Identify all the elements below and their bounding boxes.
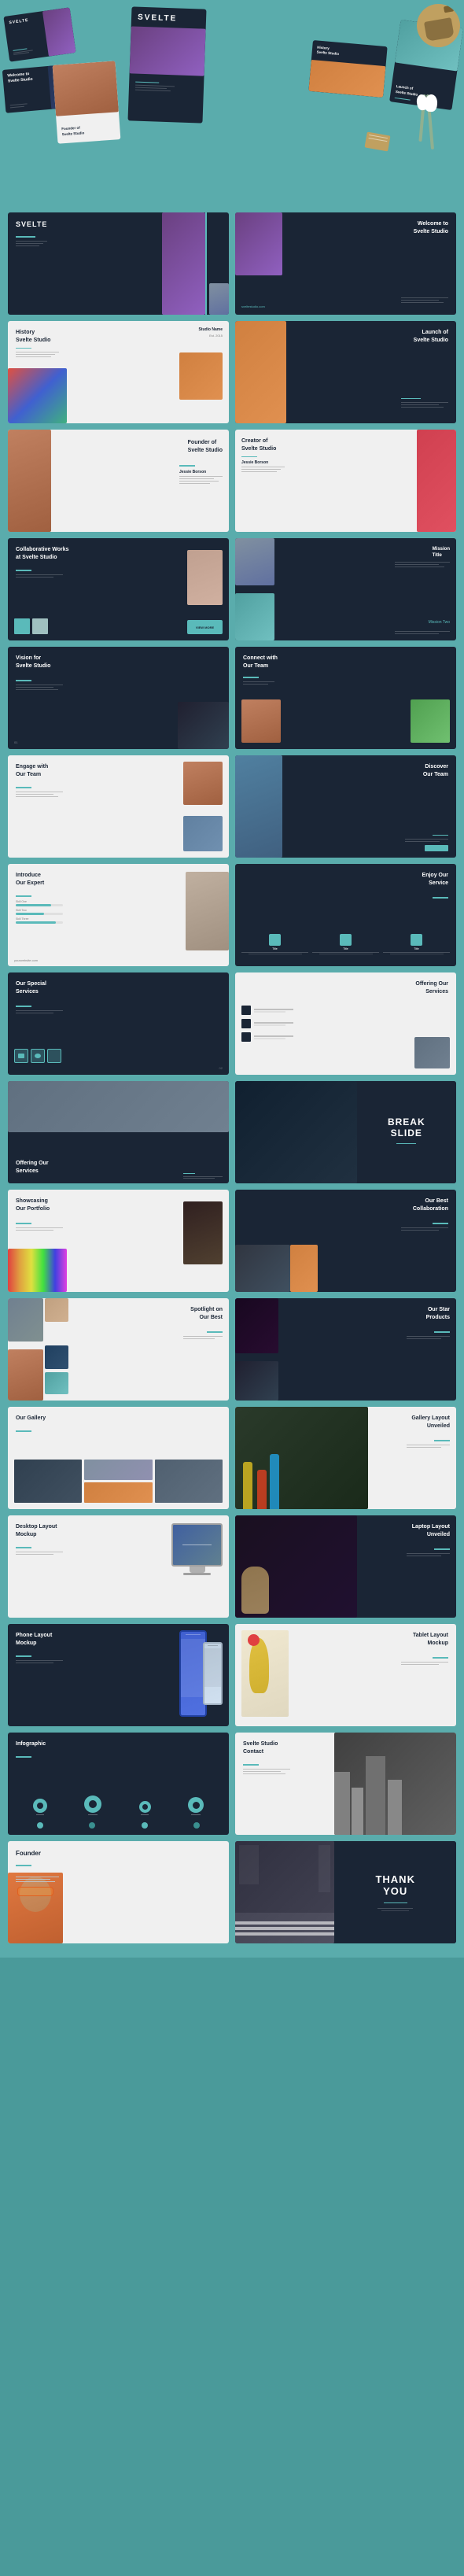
slide-row-13: Desktop LayoutMockup	[8, 1515, 456, 1618]
slide-28-tablet: Tablet LayoutMockup	[235, 1624, 456, 1726]
slide-row-1: SVELTE Welcome toSvelte Studio sveltestu…	[8, 212, 456, 315]
slide-2-welcome: Welcome toSvelte Studio sveltestudio.com	[235, 212, 456, 315]
slide-26-laptop: Laptop LayoutUnveiled	[235, 1515, 456, 1618]
slide-31-founder2: Founder	[8, 1841, 229, 1943]
slide-10-connect: Connect withOur Team	[235, 647, 456, 749]
slide-row-16: Founder	[8, 1841, 456, 1943]
slide-21-spotlight: Spotlight onOur Best	[8, 1298, 229, 1401]
slide-32-thankyou: THANKYOU	[235, 1841, 456, 1943]
slide-29-infographic: Infographic	[8, 1733, 229, 1835]
top-decorative-area: SVELTE Welcome toSvelte Studio SVELTE Fo…	[0, 0, 464, 212]
slide-row-11: Spotlight onOur Best Our StarProducts	[8, 1298, 456, 1401]
slide-row-10: ShowcasingOur Portfolio Our BestCollabor…	[8, 1190, 456, 1292]
slide-row-2: HistorySvelte Studio Studio Name Est. 20…	[8, 321, 456, 423]
slide-6-creator: Creator ofSvelte Studio Jessie Borson	[235, 430, 456, 532]
slide-25-desktop: Desktop LayoutMockup	[8, 1515, 229, 1618]
slide-30-contact: Svelte StudioContact	[235, 1733, 456, 1835]
slide-row-9: Offering OurServices BREAKSLIDE	[8, 1081, 456, 1183]
slide-row-14: Phone LayoutMockup	[8, 1624, 456, 1726]
slide-1-logo: SVELTE	[16, 220, 47, 228]
slide-8-mission: MissionTitle Mission Two	[235, 538, 456, 640]
slide-row-7: IntroduceOur Expert Skill One Skill Two	[8, 864, 456, 966]
slide-23-gallery: Our Gallery	[8, 1407, 229, 1509]
slide-row-15: Infographic	[8, 1733, 456, 1835]
slide-row-6: Engage withOur Team DiscoverOur Team	[8, 755, 456, 858]
slide-row-12: Our Gallery Gallery LayoutUnveiled	[8, 1407, 456, 1509]
slide-row-8: Our SpecialServices 02 Offering OurServi…	[8, 972, 456, 1075]
slide-1-cover: SVELTE	[8, 212, 229, 315]
slide-20-collab2: Our BestCollaboration	[235, 1190, 456, 1292]
slide-27-phone: Phone LayoutMockup	[8, 1624, 229, 1726]
slide-13-expert: IntroduceOur Expert Skill One Skill Two	[8, 864, 229, 966]
slide-row-3: Founder ofSvelte Studio Jessie Borson Cr…	[8, 430, 456, 532]
slide-22-products: Our StarProducts	[235, 1298, 456, 1401]
slide-5-founder: Founder ofSvelte Studio Jessie Borson	[8, 430, 229, 532]
slide-19-portfolio: ShowcasingOur Portfolio	[8, 1190, 229, 1292]
slide-9-vision: Vision forSvelte Studio 01	[8, 647, 229, 749]
slide-17-offering2: Offering OurServices	[8, 1081, 229, 1183]
slide-row-4: Collaborative Worksat Svelte Studio VIEW…	[8, 538, 456, 640]
slide-11-engage: Engage withOur Team	[8, 755, 229, 858]
slide-14-enjoy: Enjoy OurService Title Title	[235, 864, 456, 966]
slide-3-history: HistorySvelte Studio Studio Name Est. 20…	[8, 321, 229, 423]
slide-4-launch: Launch ofSvelte Studio	[235, 321, 456, 423]
slide-15-services: Our SpecialServices 02	[8, 972, 229, 1075]
slide-18-break: BREAKSLIDE	[235, 1081, 456, 1183]
slides-grid: SVELTE Welcome toSvelte Studio sveltestu…	[0, 212, 464, 1958]
slide-16-offering: Offering OurServices	[235, 972, 456, 1075]
slide-12-discover: DiscoverOur Team	[235, 755, 456, 858]
slide-7-collab: Collaborative Worksat Svelte Studio VIEW…	[8, 538, 229, 640]
slide-24-gallery2: Gallery LayoutUnveiled	[235, 1407, 456, 1509]
slide-row-5: Vision forSvelte Studio 01 Connect withO…	[8, 647, 456, 749]
